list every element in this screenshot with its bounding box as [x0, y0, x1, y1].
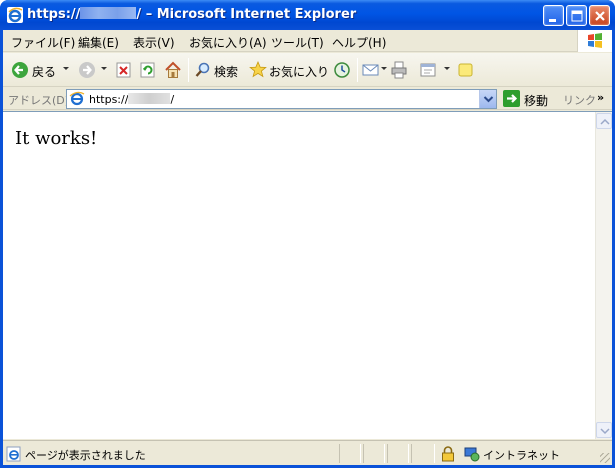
redacted-host	[128, 93, 171, 104]
status-bar: ページが表示されました イントラネット	[3, 440, 612, 465]
favorites-button-label[interactable]: お気に入り	[269, 63, 329, 80]
toolbar-separator	[357, 58, 358, 82]
status-text: ページが表示されました	[25, 449, 146, 462]
title-bar[interactable]: https:/// – Microsoft Internet Explorer	[0, 0, 615, 30]
mail-icon[interactable]	[362, 59, 380, 81]
address-label: アドレス(D)	[8, 94, 70, 107]
security-zone-text: イントラネット	[483, 449, 560, 462]
stop-icon[interactable]	[116, 59, 132, 81]
scroll-down-button[interactable]	[596, 422, 612, 438]
window-title: https:/// – Microsoft Internet Explorer	[27, 7, 357, 22]
standard-toolbar: 戻る 検索 お気に入り	[3, 53, 612, 87]
address-url[interactable]: https:///	[89, 93, 174, 106]
page-content: It works!	[3, 111, 612, 439]
close-button[interactable]	[589, 5, 610, 26]
scroll-up-button[interactable]	[596, 113, 612, 129]
home-icon[interactable]	[164, 59, 182, 81]
go-button-label[interactable]: 移動	[524, 92, 548, 109]
search-button-label[interactable]: 検索	[214, 63, 238, 80]
menu-file[interactable]: ファイル(F)	[11, 34, 75, 51]
menu-bar: ファイル(F) 編集(E) 表示(V) お気に入り(A) ツール(T) ヘルプ(…	[3, 30, 612, 52]
chevron-up-icon	[600, 118, 610, 125]
ie-logo-icon	[7, 7, 23, 23]
status-panel	[363, 444, 385, 463]
favorites-star-icon[interactable]	[249, 59, 267, 81]
go-arrow-icon[interactable]	[503, 90, 521, 108]
resize-grip[interactable]	[600, 453, 610, 463]
history-icon[interactable]	[333, 59, 351, 81]
search-icon[interactable]	[194, 59, 212, 81]
minimize-button[interactable]	[543, 5, 564, 26]
status-panel	[387, 444, 409, 463]
windows-flag-icon	[588, 33, 602, 48]
mail-dropdown-icon[interactable]	[381, 67, 387, 70]
page-body-text: It works!	[15, 128, 98, 149]
back-arrow-icon[interactable]	[11, 59, 29, 81]
chevron-down-icon	[600, 428, 610, 435]
toolbar-separator	[188, 58, 189, 82]
lock-icon[interactable]	[441, 446, 455, 462]
menu-view[interactable]: 表示(V)	[133, 34, 175, 51]
back-button-label[interactable]: 戻る	[32, 63, 56, 80]
status-panel	[411, 444, 435, 463]
page-loaded-icon	[6, 446, 21, 462]
forward-dropdown-icon[interactable]	[101, 67, 107, 70]
forward-arrow-icon[interactable]	[78, 59, 96, 81]
status-panel	[339, 444, 361, 463]
redacted-host	[80, 7, 137, 19]
discuss-note-icon[interactable]	[457, 59, 475, 81]
toolbar-overflow-chevron-icon[interactable]: »	[597, 91, 604, 104]
page-ie-icon	[69, 91, 85, 106]
browser-window: https:/// – Microsoft Internet Explorer …	[0, 0, 615, 468]
windows-logo	[577, 30, 612, 52]
chevron-down-icon	[483, 96, 494, 103]
links-label[interactable]: リンク	[563, 92, 596, 108]
edit-dropdown-icon[interactable]	[444, 67, 450, 70]
menu-edit[interactable]: 編集(E)	[78, 34, 119, 51]
address-input[interactable]: https:///	[66, 89, 497, 109]
menu-favorites[interactable]: お気に入り(A)	[189, 34, 267, 51]
refresh-icon[interactable]	[140, 59, 156, 81]
back-dropdown-icon[interactable]	[63, 67, 69, 70]
address-bar: アドレス(D) https:/// 移動 リンク »	[3, 88, 612, 110]
intranet-zone-icon	[464, 447, 480, 462]
address-dropdown-button[interactable]	[479, 90, 496, 108]
print-icon[interactable]	[390, 59, 408, 81]
minimize-icon	[549, 19, 556, 22]
menu-help[interactable]: ヘルプ(H)	[332, 34, 386, 51]
maximize-icon	[571, 10, 583, 22]
edit-icon[interactable]	[419, 59, 437, 81]
menu-tools[interactable]: ツール(T)	[271, 34, 324, 51]
client-area: ファイル(F) 編集(E) 表示(V) お気に入り(A) ツール(T) ヘルプ(…	[3, 30, 612, 465]
close-icon	[595, 11, 605, 21]
vertical-scrollbar[interactable]	[595, 112, 612, 439]
maximize-button[interactable]	[566, 5, 587, 26]
